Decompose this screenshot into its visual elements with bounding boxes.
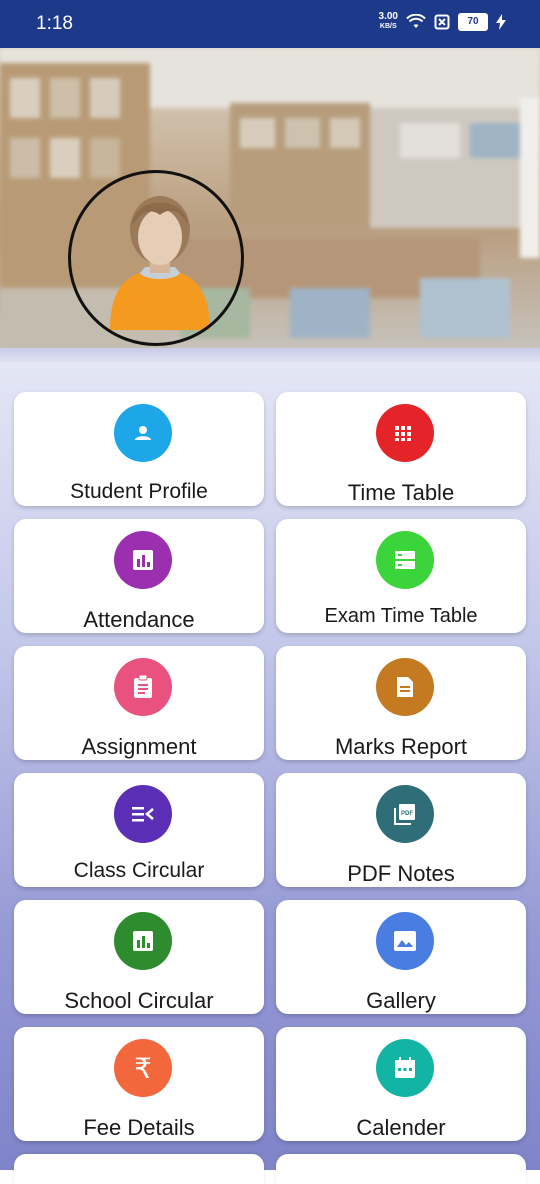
menu-label: Gallery (366, 988, 436, 1013)
menu-pdf-notes[interactable]: PDF PDF Notes (276, 773, 526, 887)
menu-label: Assignment (81, 734, 197, 759)
list-icon (114, 785, 172, 843)
clipboard-icon (114, 658, 172, 716)
menu-label: Marks Report (334, 734, 468, 759)
svg-text:PDF: PDF (401, 811, 413, 817)
bar-chart-icon (114, 531, 172, 589)
menu-student-profile[interactable]: Student Profile (14, 392, 264, 506)
storage-icon (376, 531, 434, 589)
person-icon (114, 404, 172, 462)
menu-school-circular[interactable]: School Circular (14, 900, 264, 1014)
sim-off-icon (434, 14, 450, 30)
menu-label: Attendance (83, 607, 195, 632)
header-divider (0, 348, 540, 362)
menu-label: Calender (356, 1115, 446, 1140)
status-bar: 1:18 3.00 KB/S 70 (0, 0, 540, 48)
menu-gallery[interactable]: Gallery (276, 900, 526, 1014)
menu-fee-details[interactable]: ₹ Fee Details (14, 1027, 264, 1141)
image-icon (376, 912, 434, 970)
menu-exam-time-table[interactable]: Exam Time Table (276, 519, 526, 633)
menu-assignment[interactable]: Assignment (14, 646, 264, 760)
menu-marks-report[interactable]: Marks Report (276, 646, 526, 760)
status-icons: 3.00 KB/S 70 (379, 12, 506, 32)
pdf-icon: PDF (376, 785, 434, 843)
menu-time-table[interactable]: Time Table (276, 392, 526, 506)
network-speed: 3.00 KB/S (378, 11, 398, 31)
bar-chart-icon (114, 912, 172, 970)
rupee-icon: ₹ (114, 1039, 172, 1097)
menu-calender[interactable]: Calender (276, 1027, 526, 1141)
avatar-frame (68, 170, 244, 346)
menu-item-partial-right[interactable] (276, 1154, 526, 1184)
calendar-icon (376, 1039, 434, 1097)
menu-label: Class Circular (73, 859, 205, 882)
menu-label: Exam Time Table (324, 605, 478, 627)
status-time: 1:18 (36, 13, 73, 34)
menu-label: Time Table (347, 480, 455, 505)
menu-label: PDF Notes (347, 861, 455, 886)
charging-icon (496, 14, 506, 30)
menu-class-circular[interactable]: Class Circular (14, 773, 264, 887)
menu-label: Fee Details (83, 1115, 195, 1140)
menu-item-partial-left[interactable] (14, 1154, 264, 1184)
battery-indicator: 70 (458, 13, 488, 31)
document-icon (376, 658, 434, 716)
menu-label: Student Profile (70, 480, 208, 503)
grid-icon (376, 404, 434, 462)
menu-attendance[interactable]: Attendance (14, 519, 264, 633)
menu-label: School Circular (64, 988, 214, 1013)
wifi-icon (406, 14, 426, 28)
